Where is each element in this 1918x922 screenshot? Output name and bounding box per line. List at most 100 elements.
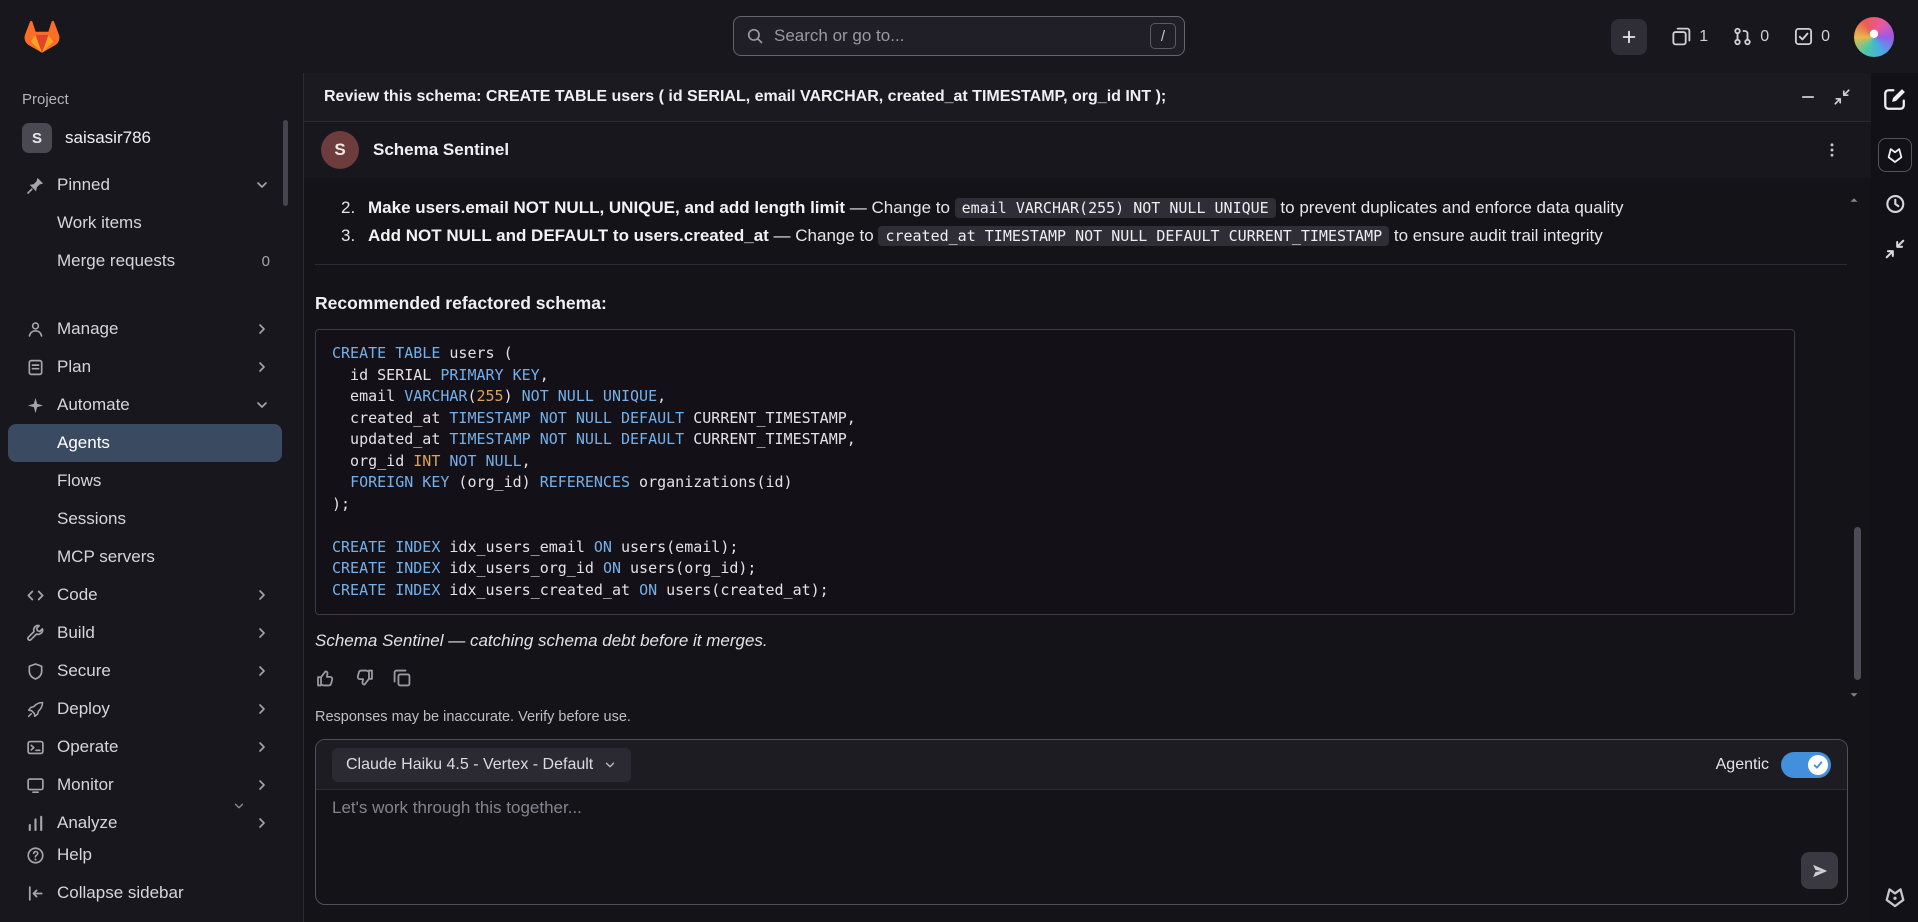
operate-icon — [26, 738, 45, 757]
global-search[interactable]: / — [733, 16, 1185, 56]
sidebar-item-label: MCP servers — [57, 547, 155, 566]
agent-options-button[interactable] — [1823, 141, 1841, 159]
topbar-right-cluster: 1 0 0 — [1611, 16, 1894, 57]
new-chat-button[interactable] — [1882, 86, 1908, 112]
pin-icon — [26, 176, 45, 195]
sidebar-item-label: Merge requests — [57, 251, 176, 270]
user-avatar[interactable] — [1854, 16, 1894, 57]
scroll-down-icon[interactable] — [1847, 688, 1861, 702]
chat-history-button[interactable] — [1883, 192, 1907, 216]
chat-header-actions — [1799, 88, 1851, 106]
todos-count-button[interactable]: 0 — [1793, 26, 1830, 47]
create-new-button[interactable] — [1611, 18, 1648, 55]
scroll-up-icon[interactable] — [1847, 193, 1861, 207]
sidebar-item-mcp-servers[interactable]: MCP servers — [8, 538, 282, 576]
list-item-text: Make users.email NOT NULL, UNIQUE, and a… — [368, 198, 1624, 218]
monitor-icon — [26, 776, 45, 795]
sidebar-item-deploy[interactable]: Deploy — [8, 690, 282, 728]
sidebar-scroll-down-icon[interactable] — [232, 799, 246, 813]
chevron-down-icon — [254, 397, 270, 413]
chat-input-box: Claude Haiku 4.5 - Vertex - Default Agen… — [315, 739, 1848, 905]
plus-icon — [1620, 28, 1638, 46]
right-rail — [1871, 73, 1918, 922]
merge-requests-count-button[interactable]: 0 — [1732, 26, 1769, 47]
sidebar-item-operate[interactable]: Operate — [8, 728, 282, 766]
gitlab-logo[interactable] — [24, 20, 60, 53]
copy-message-button[interactable] — [391, 667, 413, 689]
issues-count-button[interactable]: 1 — [1671, 26, 1708, 47]
sidebar-item-agents[interactable]: Agents — [8, 424, 282, 462]
chevron-right-icon — [254, 625, 270, 641]
agentic-toggle[interactable] — [1781, 751, 1831, 778]
sidebar: Project S saisasir786 Pinned Work items M… — [0, 73, 290, 922]
collapse-sidebar-icon — [26, 884, 45, 903]
model-selector-label: Claude Haiku 4.5 - Vertex - Default — [346, 755, 594, 773]
deploy-icon — [26, 700, 45, 719]
code-icon — [26, 586, 45, 605]
send-button[interactable] — [1801, 852, 1838, 889]
inline-code: email VARCHAR(255) NOT NULL UNIQUE — [954, 198, 1276, 218]
sidebar-item-automate[interactable]: Automate — [8, 386, 282, 424]
sidebar-nav: Manage Plan Automate Agents Flows Sessions MCP… — [0, 310, 290, 842]
search-icon — [746, 27, 764, 45]
agent-avatar: S — [321, 131, 359, 169]
sidebar-item-label: Pinned — [57, 175, 110, 194]
expand-panel-button[interactable] — [1884, 238, 1906, 260]
chat-scrollbar-thumb[interactable] — [1854, 527, 1861, 680]
thumbs-down-button[interactable] — [353, 667, 375, 689]
sidebar-item-pinned[interactable]: Pinned — [8, 166, 282, 204]
sidebar-item-label: Build — [57, 623, 95, 642]
sidebar-item-sessions[interactable]: Sessions — [8, 500, 282, 538]
search-input[interactable] — [774, 26, 1140, 46]
sidebar-item-manage[interactable]: Manage — [8, 310, 282, 348]
chat-messages: 2. Make users.email NOT NULL, UNIQUE, and… — [315, 178, 1847, 706]
sidebar-project-row[interactable]: S saisasir786 — [8, 116, 282, 160]
minimize-button[interactable] — [1799, 88, 1817, 106]
code-line: CREATE TABLE users ( — [332, 344, 513, 362]
sidebar-item-label: Plan — [57, 357, 92, 376]
sidebar-item-merge-requests[interactable]: Merge requests 0 — [8, 242, 282, 280]
help-icon — [26, 846, 45, 865]
duo-agent-icon — [1882, 884, 1908, 910]
sidebar-item-collapse-sidebar[interactable]: Collapse sidebar — [8, 874, 282, 912]
model-selector[interactable]: Claude Haiku 4.5 - Vertex - Default — [332, 747, 632, 782]
code-line: CREATE INDEX idx_users_org_id ON users(o… — [332, 559, 757, 577]
chat-thread-title: Review this schema: CREATE TABLE users (… — [324, 88, 1167, 105]
todos-count: 0 — [1821, 27, 1830, 45]
list-item: 2. Make users.email NOT NULL, UNIQUE, and… — [315, 194, 1847, 222]
sidebar-scrollbar-thumb[interactable] — [283, 120, 288, 206]
duo-chat-tab-button[interactable] — [1877, 138, 1912, 172]
thumbs-up-icon — [315, 667, 337, 689]
sidebar-item-code[interactable]: Code — [8, 576, 282, 614]
chevron-right-icon — [254, 663, 270, 679]
top-bar: / 1 0 0 — [0, 0, 1918, 73]
sidebar-item-plan[interactable]: Plan — [8, 348, 282, 386]
gitlab-tanuki-icon — [24, 20, 60, 53]
sidebar-item-label: Monitor — [57, 775, 114, 794]
sidebar-item-help[interactable]: Help — [8, 836, 282, 874]
sidebar-item-label: Operate — [57, 737, 119, 756]
minus-icon — [1799, 88, 1817, 106]
chevron-right-icon — [254, 701, 270, 717]
sidebar-item-flows[interactable]: Flows — [8, 462, 282, 500]
sidebar-item-build[interactable]: Build — [8, 614, 282, 652]
thumbs-up-button[interactable] — [315, 667, 337, 689]
collapse-panel-button[interactable] — [1833, 88, 1851, 106]
sidebar-item-secure[interactable]: Secure — [8, 652, 282, 690]
code-line: updated_at TIMESTAMP NOT NULL DEFAULT CU… — [332, 430, 856, 448]
issues-count: 1 — [1699, 27, 1709, 45]
automate-icon — [26, 396, 45, 415]
sidebar-item-label: Code — [57, 585, 98, 604]
project-name: saisasir786 — [65, 128, 151, 147]
merge-requests-count: 0 — [1760, 27, 1770, 45]
kebab-menu-icon — [1823, 141, 1841, 159]
chat-prompt-input[interactable] — [332, 798, 1712, 886]
chevron-right-icon — [254, 777, 270, 793]
list-item-text: Add NOT NULL and DEFAULT to users.create… — [368, 226, 1603, 246]
duo-agent-button[interactable] — [1882, 884, 1908, 910]
duo-chat-panel: Review this schema: CREATE TABLE users (… — [303, 73, 1871, 922]
sidebar-item-work-items[interactable]: Work items — [8, 204, 282, 242]
copy-icon — [391, 667, 413, 689]
search-shortcut-key: / — [1150, 23, 1176, 49]
